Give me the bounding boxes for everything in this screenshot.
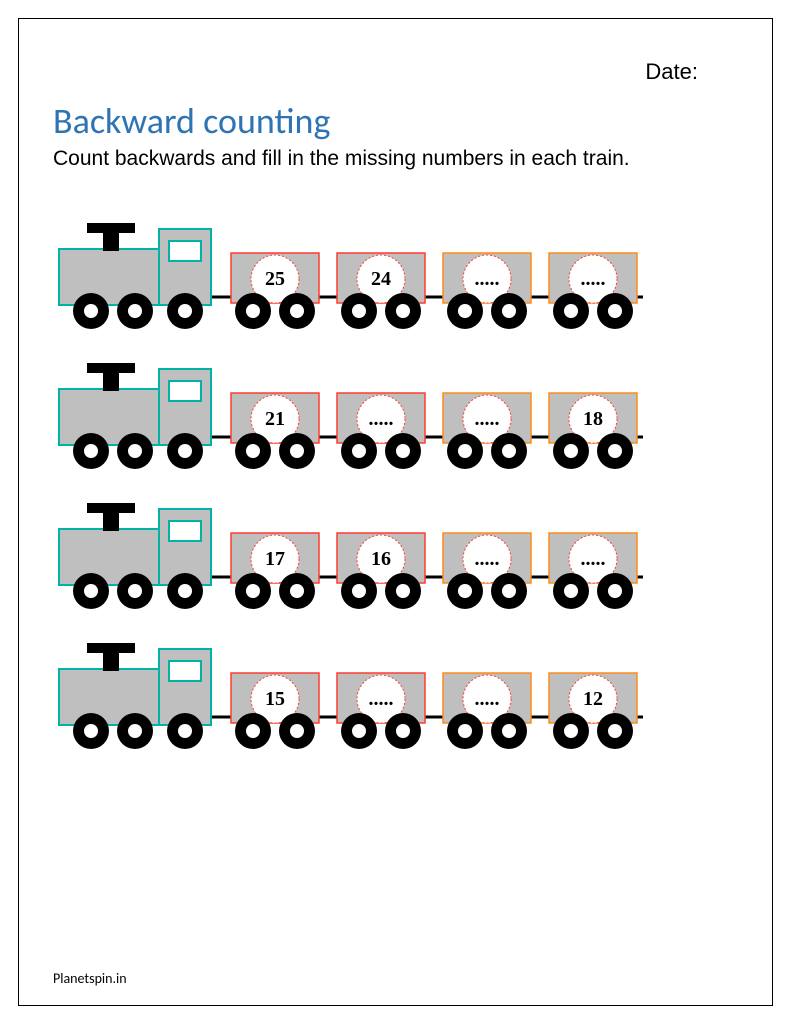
- train-car: 18: [549, 393, 637, 469]
- number-slot[interactable]: .....: [581, 268, 606, 290]
- train-car: .....: [337, 393, 425, 469]
- train-car: .....: [443, 393, 531, 469]
- number-slot[interactable]: .....: [475, 268, 500, 290]
- train-row: 17 16 .....: [53, 499, 738, 609]
- number-slot[interactable]: 24: [371, 268, 391, 290]
- train-icon: 25 24: [53, 219, 693, 329]
- train-car: .....: [549, 533, 637, 609]
- train-car: .....: [549, 253, 637, 329]
- train-icon: 17 16 .....: [53, 499, 693, 609]
- train-car: 15: [231, 673, 319, 749]
- page: Date: Backward counting Count backwards …: [0, 0, 791, 1024]
- train-car: 21: [231, 393, 319, 469]
- date-label: Date:: [53, 59, 738, 85]
- train-car: 24: [337, 253, 425, 329]
- number-slot[interactable]: 25: [265, 268, 285, 290]
- number-slot[interactable]: .....: [475, 688, 500, 710]
- number-slot[interactable]: 16: [371, 548, 391, 570]
- engine-icon: [59, 503, 211, 609]
- number-slot[interactable]: .....: [369, 408, 394, 430]
- train-car: .....: [337, 673, 425, 749]
- number-slot[interactable]: .....: [369, 688, 394, 710]
- train-car: 16: [337, 533, 425, 609]
- worksheet-frame: Date: Backward counting Count backwards …: [18, 18, 773, 1006]
- train-car: 17: [231, 533, 319, 609]
- train-car: 25: [231, 253, 319, 329]
- worksheet-title: Backward counting: [53, 99, 738, 143]
- number-slot[interactable]: 17: [265, 548, 285, 570]
- train-row: 15 ..... .....: [53, 639, 738, 749]
- train-car: .....: [443, 533, 531, 609]
- number-slot[interactable]: .....: [475, 408, 500, 430]
- train-car: .....: [443, 673, 531, 749]
- train-car: 12: [549, 673, 637, 749]
- train-icon: 15 ..... .....: [53, 639, 693, 749]
- engine-icon: [59, 363, 211, 469]
- number-slot[interactable]: 18: [583, 408, 603, 430]
- trains-container: 25 24: [53, 219, 738, 749]
- train-icon: 21 ..... .....: [53, 359, 693, 469]
- engine-icon: [59, 643, 211, 749]
- train-car: .....: [443, 253, 531, 329]
- number-slot[interactable]: 21: [265, 408, 285, 430]
- instructions: Count backwards and fill in the missing …: [53, 147, 738, 171]
- number-slot[interactable]: .....: [581, 548, 606, 570]
- engine-icon: [59, 223, 211, 329]
- number-slot[interactable]: 15: [265, 688, 285, 710]
- train-row: 21 ..... .....: [53, 359, 738, 469]
- footer-credit: Planetspin.in: [53, 970, 127, 987]
- number-slot[interactable]: 12: [583, 688, 603, 710]
- train-row: 25 24: [53, 219, 738, 329]
- number-slot[interactable]: .....: [475, 548, 500, 570]
